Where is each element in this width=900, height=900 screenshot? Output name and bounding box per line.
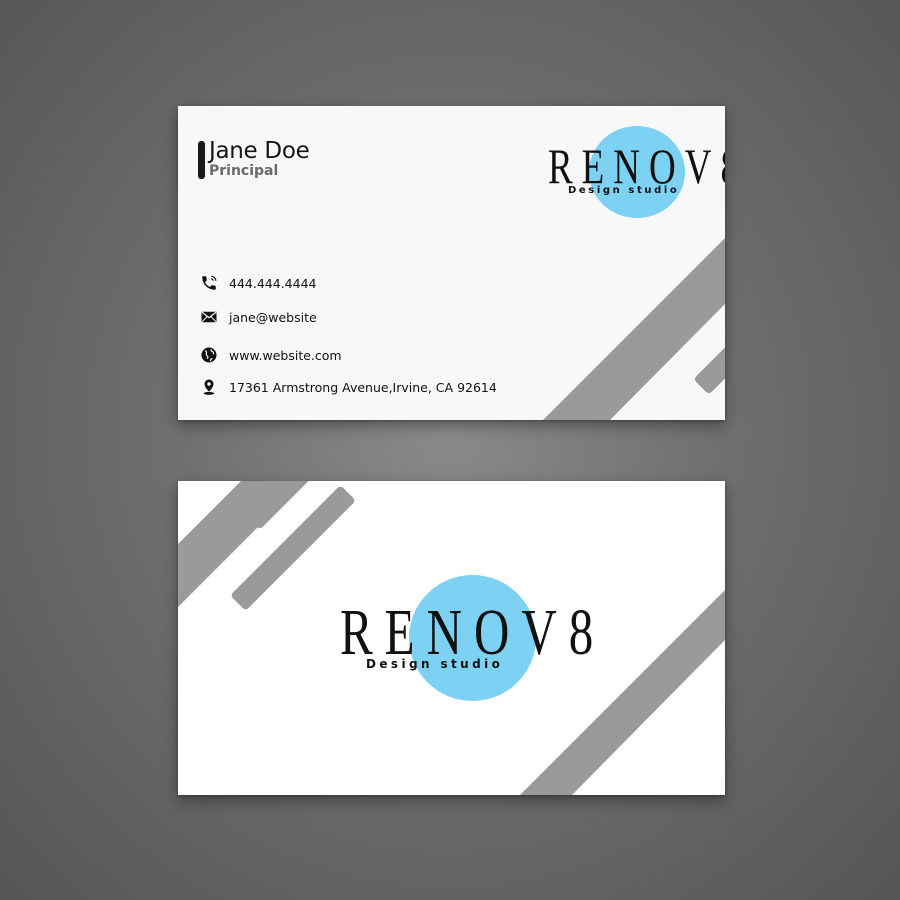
logo-tagline: Design studio [366,657,504,671]
logo-tagline: Design studio [568,185,680,196]
business-card-back: RENOV8 Design studio [178,481,725,795]
contact-website: www.website.com [200,345,342,365]
globe-icon [201,347,217,363]
contact-address: 17361 Armstrong Avenue,Irvine, CA 92614 [200,377,497,397]
website-url: www.website.com [229,347,342,363]
contact-email: jane@website [200,307,317,327]
phone-icon [202,275,217,290]
street-address: 17361 Armstrong Avenue,Irvine, CA 92614 [229,379,497,395]
name-accent-bar [198,141,205,179]
person-title: Principal [209,163,279,179]
brand-logo: RENOV8 Design studio [544,126,725,221]
business-card-front: Jane Doe Principal RENOV8 Design studio … [178,106,725,420]
person-name: Jane Doe [209,138,310,164]
email-address: jane@website [229,309,317,325]
location-pin-icon [203,379,215,395]
diagonal-stripe [543,238,725,420]
mail-icon [201,311,217,323]
contact-phone: 444.444.4444 [200,273,316,293]
phone-number: 444.444.4444 [229,275,317,291]
brand-logo: RENOV8 Design studio [338,575,593,703]
